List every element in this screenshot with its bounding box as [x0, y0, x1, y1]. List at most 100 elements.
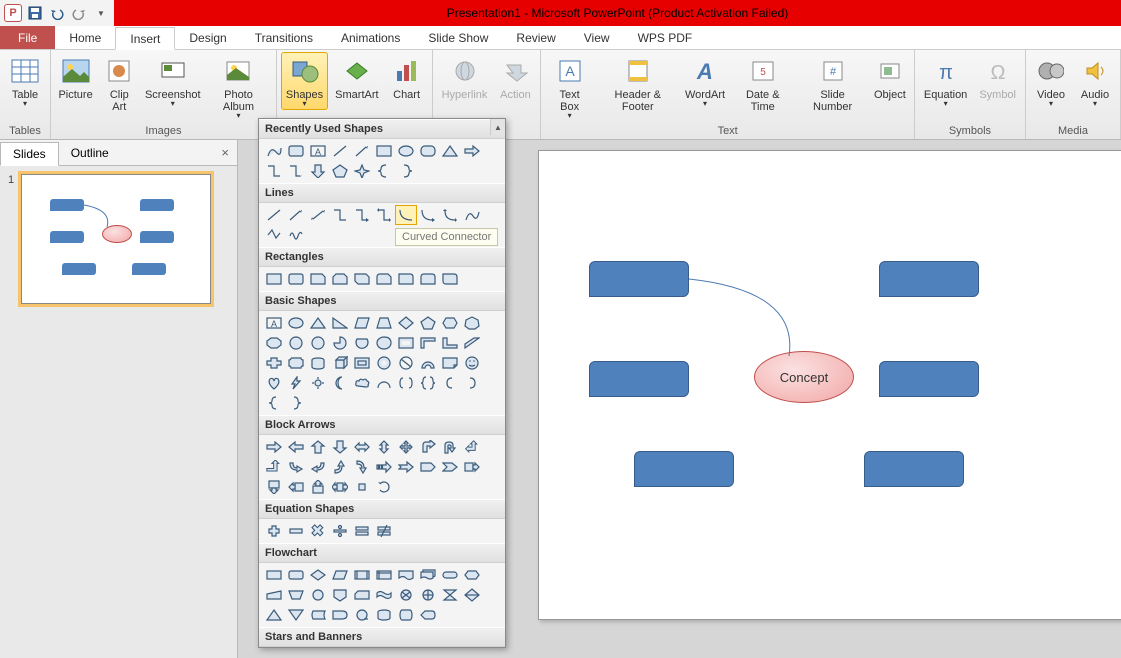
fc-seq-storage[interactable] — [351, 605, 373, 625]
arrow-callout-l[interactable] — [285, 477, 307, 497]
audio-button[interactable]: Audio▾ — [1074, 52, 1116, 110]
arrow-callout-quad[interactable] — [351, 477, 373, 497]
hyperlink-button[interactable]: Hyperlink — [437, 52, 493, 104]
pane-close-button[interactable]: × — [221, 145, 229, 160]
arrow-circular[interactable] — [373, 477, 395, 497]
arrow-left[interactable] — [285, 437, 307, 457]
rect-snipround[interactable] — [373, 269, 395, 289]
basic-cube[interactable] — [329, 353, 351, 373]
basic-lshape[interactable] — [439, 333, 461, 353]
video-button[interactable]: Video▾ — [1030, 52, 1072, 110]
fc-preparation[interactable] — [461, 565, 483, 585]
basic-parallelogram[interactable] — [351, 313, 373, 333]
shape-line[interactable] — [329, 141, 351, 161]
fc-process[interactable] — [263, 565, 285, 585]
fc-collate[interactable] — [439, 585, 461, 605]
eq-plus[interactable] — [263, 521, 285, 541]
rect-round2same[interactable] — [417, 269, 439, 289]
arrow-curved-down[interactable] — [351, 457, 373, 477]
line-curved-arrow[interactable] — [417, 205, 439, 225]
basic-hexagon[interactable] — [439, 313, 461, 333]
shape-rounded-rect2[interactable] — [417, 141, 439, 161]
basic-dodecagon[interactable] — [307, 333, 329, 353]
symbol-button[interactable]: ΩSymbol — [974, 52, 1021, 104]
line-freeform[interactable] — [263, 225, 285, 245]
shape-brace-right[interactable] — [395, 161, 417, 181]
basic-right-bracket[interactable] — [461, 373, 483, 393]
arrow-curved-up[interactable] — [329, 457, 351, 477]
picture-button[interactable]: Picture — [55, 52, 96, 104]
tab-home[interactable]: Home — [55, 26, 115, 49]
tab-insert[interactable]: Insert — [115, 27, 175, 50]
shape-down-arrow[interactable] — [307, 161, 329, 181]
fc-predefined[interactable] — [351, 565, 373, 585]
screenshot-button[interactable]: Screenshot▾ — [142, 52, 203, 110]
wordart-button[interactable]: AWordArt▾ — [682, 52, 729, 110]
arrow-callout-u[interactable] — [307, 477, 329, 497]
line-arrow[interactable] — [285, 205, 307, 225]
basic-sun[interactable] — [307, 373, 329, 393]
photoalbum-button[interactable]: Photo Album▾ — [205, 52, 272, 122]
fc-manual-input[interactable] — [263, 585, 285, 605]
fc-direct-access[interactable] — [395, 605, 417, 625]
fc-mag-disk[interactable] — [373, 605, 395, 625]
rect-plain[interactable] — [263, 269, 285, 289]
line-curve[interactable] — [461, 205, 483, 225]
textbox-button[interactable]: AText Box▾ — [545, 52, 593, 122]
shape-brace-left[interactable] — [373, 161, 395, 181]
line-elbow[interactable] — [329, 205, 351, 225]
datetime-button[interactable]: 5Date & Time — [730, 52, 795, 116]
arrow-leftup[interactable] — [461, 437, 483, 457]
arrow-uturn[interactable] — [439, 437, 461, 457]
arrow-curved-left[interactable] — [307, 457, 329, 477]
rect-snip2diag[interactable] — [351, 269, 373, 289]
line-curved-connector[interactable] — [395, 205, 417, 225]
line-scribble[interactable] — [285, 225, 307, 245]
fc-display[interactable] — [417, 605, 439, 625]
arrow-bent[interactable] — [417, 437, 439, 457]
fc-tape[interactable] — [373, 585, 395, 605]
fc-or[interactable] — [417, 585, 439, 605]
arrow-striped[interactable] — [373, 457, 395, 477]
basic-oval[interactable] — [285, 313, 307, 333]
gallery-scroll-up[interactable]: ▲ — [490, 119, 505, 135]
line-elbow-arrow[interactable] — [351, 205, 373, 225]
arrow-chevron[interactable] — [439, 457, 461, 477]
fc-alt-process[interactable] — [285, 565, 307, 585]
fc-merge[interactable] — [285, 605, 307, 625]
basic-diag-stripe[interactable] — [461, 333, 483, 353]
basic-textbox[interactable]: A — [263, 313, 285, 333]
line-curved-double[interactable] — [439, 205, 461, 225]
basic-trapezoid[interactable] — [373, 313, 395, 333]
basic-right-brace[interactable] — [285, 393, 307, 413]
basic-double-brace[interactable] — [417, 373, 439, 393]
shape-arrow-line[interactable] — [351, 141, 373, 161]
basic-folded-corner[interactable] — [439, 353, 461, 373]
object-button[interactable]: Object — [870, 52, 910, 104]
fc-junction[interactable] — [395, 585, 417, 605]
undo-icon[interactable] — [48, 4, 66, 22]
basic-left-brace[interactable] — [263, 393, 285, 413]
line-straight[interactable] — [263, 205, 285, 225]
tab-animations[interactable]: Animations — [327, 26, 414, 49]
arrow-updown[interactable] — [373, 437, 395, 457]
eq-notequal[interactable] — [373, 521, 395, 541]
arrow-down[interactable] — [329, 437, 351, 457]
basic-donut[interactable] — [373, 353, 395, 373]
arrow-callout-d[interactable] — [263, 477, 285, 497]
basic-rt-triangle[interactable] — [329, 313, 351, 333]
shape-textbox[interactable]: A — [307, 141, 329, 161]
tab-file[interactable]: File — [0, 26, 55, 49]
shape-oval[interactable] — [395, 141, 417, 161]
headerfooter-button[interactable]: Header & Footer — [596, 52, 680, 116]
basic-cross[interactable] — [263, 353, 285, 373]
arrow-right[interactable] — [263, 437, 285, 457]
fc-data[interactable] — [329, 565, 351, 585]
fc-extract[interactable] — [263, 605, 285, 625]
arrow-callout-lr[interactable] — [329, 477, 351, 497]
shape-triangle[interactable] — [439, 141, 461, 161]
shape-elbow[interactable] — [263, 161, 285, 181]
rect-round1[interactable] — [395, 269, 417, 289]
basic-triangle[interactable] — [307, 313, 329, 333]
eq-equal[interactable] — [351, 521, 373, 541]
